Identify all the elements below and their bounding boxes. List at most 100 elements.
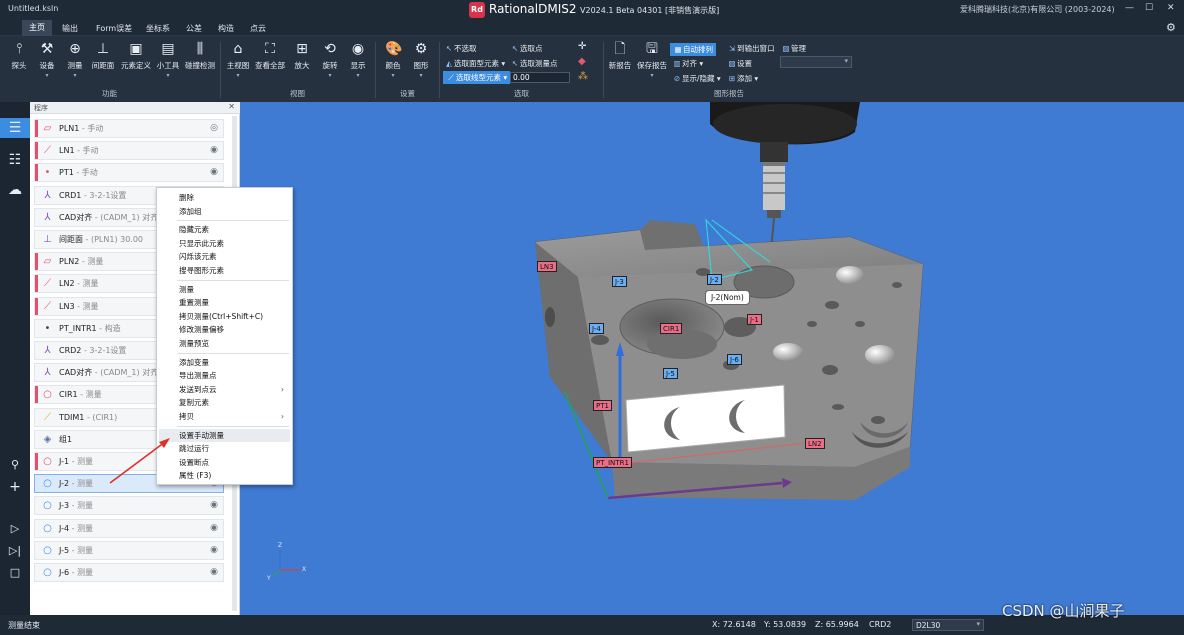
feature-label[interactable]: CIR1 [660, 323, 683, 334]
feature-label[interactable]: J-3 [612, 276, 627, 287]
menu-home[interactable]: 主页 [22, 20, 52, 36]
context-menu-item[interactable]: 隐藏元素 [159, 223, 290, 236]
menu-coordinate[interactable]: 坐标系 [146, 23, 170, 34]
program-list-icon[interactable]: ☰ [0, 118, 30, 138]
feature-label[interactable]: PT_INTR1 [593, 457, 632, 468]
feature-label[interactable]: LN2 [805, 438, 825, 449]
eye-icon[interactable]: ◉ [210, 520, 218, 537]
3d-viewport[interactable]: Z X Y LN3 J-3 J-2 J-4 CIR1 J-1 J-6 J-5 P… [240, 102, 1184, 615]
feature-label[interactable]: LN3 [537, 261, 557, 272]
stop-icon[interactable]: □ [5, 563, 25, 583]
feature-label[interactable]: PT1 [593, 400, 612, 411]
eye-icon[interactable]: ◎ [210, 120, 218, 137]
gear-icon[interactable]: ⚙ [1166, 21, 1176, 34]
step-icon[interactable]: ▷| [5, 541, 25, 561]
context-menu-item[interactable]: 拷贝 › [159, 410, 290, 423]
feature-label[interactable]: J-1 [747, 314, 762, 325]
feature-label[interactable]: J-2 [707, 274, 722, 285]
menu-tolerance[interactable]: 公差 [186, 23, 202, 34]
select-point-button[interactable]: ↖ 选取点 [510, 43, 543, 54]
tools-button[interactable]: ▤ 小工具 ▾ [155, 41, 181, 79]
context-menu-item[interactable]: 闪烁该元素 [159, 250, 290, 263]
context-menu-item[interactable]: 重置测量 [159, 296, 290, 309]
eye-icon[interactable]: ◉ [210, 542, 218, 559]
close-button[interactable]: ✕ [1167, 3, 1175, 13]
menu-point-cloud[interactable]: 点云 [250, 23, 266, 34]
zoom-button[interactable]: ⊞ 放大 [289, 41, 315, 71]
eye-icon[interactable]: ◉ [210, 142, 218, 159]
device-button[interactable]: ⚒ 设备 ▾ [34, 41, 60, 79]
context-menu-item[interactable]: 只显示此元素 [159, 237, 290, 250]
status-dropdown[interactable]: D2L30 ▾ [912, 619, 984, 631]
cloud-icon[interactable]: ☁ [5, 180, 25, 200]
select-face-button[interactable]: ◭ 选取面型元素 ▾ [444, 58, 505, 69]
report-setup-button[interactable]: ▧设置 [727, 58, 752, 69]
select-line-button[interactable]: ⟋ 选取线型元素 ▾ [443, 71, 511, 84]
rotate-button[interactable]: ⟲ 旋转 ▾ [317, 41, 343, 79]
graphics-button[interactable]: ⚙ 图形 ▾ [408, 41, 434, 79]
context-menu-item[interactable]: 测量预览 [159, 337, 290, 350]
program-item[interactable]: ○ J-4 - 测量 ◉ [34, 518, 224, 538]
context-menu-item[interactable]: 拷贝测量(Ctrl+Shift+C) [159, 310, 290, 323]
main-view-button[interactable]: ⌂ 主视图 ▾ [224, 41, 252, 79]
program-item[interactable]: ⟋ LN1 - 手动 ◉ [34, 141, 224, 161]
report-dropdown[interactable]: ▾ [780, 56, 852, 68]
distance-plane-button[interactable]: ⊥ 间距面 [90, 41, 116, 71]
crosshair-icon[interactable]: ✛ [578, 41, 586, 52]
context-menu-item[interactable]: 复制元素 [159, 396, 290, 409]
plus-icon[interactable]: + [5, 477, 25, 497]
manage-button[interactable]: ▨管理 [781, 43, 806, 54]
context-menu-item[interactable]: 添加变量 [159, 356, 290, 369]
program-item[interactable]: ○ J-3 - 测量 ◉ [34, 496, 224, 516]
program-item[interactable]: ○ J-5 - 测量 ◉ [34, 540, 224, 560]
program-item[interactable]: ▱ PLN1 - 手动 ◎ [34, 119, 224, 138]
probe-button[interactable]: ⫯ 探头 [6, 41, 32, 71]
align-button[interactable]: ▥对齐 ▾ [672, 58, 703, 69]
eye-icon[interactable]: ◉ [210, 564, 218, 581]
save-report-button[interactable]: 🖫 保存报告 ▾ [636, 41, 668, 79]
collision-check-button[interactable]: ⫼ 碰撞检测 [184, 41, 216, 71]
minimize-button[interactable]: — [1125, 3, 1134, 13]
select-meas-point-button[interactable]: ↖ 选取测量点 [510, 58, 558, 69]
no-select-button[interactable]: ↖ 不选取 [444, 43, 477, 54]
maximize-button[interactable]: ☐ [1145, 3, 1153, 13]
feature-label[interactable]: J-6 [727, 354, 742, 365]
tree-icon[interactable]: ☷ [5, 150, 25, 170]
auto-arrange-button[interactable]: ▦自动排列 [670, 43, 716, 56]
feature-label[interactable]: J-4 [589, 323, 604, 334]
cluster-icon[interactable]: ⁂ [578, 71, 588, 82]
to-output-window-button[interactable]: ⇲ 到输出窗口 [727, 43, 775, 54]
context-menu-item[interactable]: 发送到点云 › [159, 383, 290, 396]
context-menu-item[interactable]: 设置手动测量 [159, 428, 290, 442]
element-define-button[interactable]: ▣ 元素定义 [120, 41, 152, 71]
menu-form-error[interactable]: Form误差 [96, 23, 132, 34]
context-menu-item[interactable]: 删除 [159, 191, 290, 204]
device-icon: ⚒ [40, 41, 54, 57]
display-button[interactable]: ◉ 显示 ▾ [345, 41, 371, 79]
context-menu-item[interactable]: 搜寻图形元素 [159, 264, 290, 277]
eye-icon[interactable]: ◉ [210, 164, 218, 181]
program-item[interactable]: ○ J-6 - 测量 ◉ [34, 563, 224, 582]
show-hide-button[interactable]: ⊘ 显示/隐藏 ▾ [672, 73, 721, 84]
program-item[interactable]: • PT1 - 手动 ◉ [34, 163, 224, 183]
tolerance-input[interactable] [510, 72, 570, 83]
menu-output[interactable]: 输出 [62, 23, 78, 34]
context-menu-item[interactable]: 测量 [159, 283, 290, 296]
cube-icon[interactable]: ◆ [578, 56, 586, 67]
eye-icon[interactable]: ◉ [210, 497, 218, 514]
color-button[interactable]: 🎨 颜色 ▾ [380, 41, 406, 79]
new-report-button[interactable]: 🗋 新报告 [607, 41, 633, 71]
feature-label[interactable]: J-5 [663, 368, 678, 379]
context-menu-item[interactable]: 跳过运行 [159, 442, 290, 455]
context-menu-item[interactable]: 添加组 [159, 205, 290, 218]
view-all-button[interactable]: ⛶ 查看全部 [254, 41, 286, 71]
context-menu-item[interactable]: 设置断点 [159, 456, 290, 469]
add-button[interactable]: ⊞ 添加 ▾ [727, 73, 758, 84]
play-icon[interactable]: ▷ [5, 519, 25, 539]
menu-construct[interactable]: 构造 [218, 23, 234, 34]
search-icon[interactable]: ⚲ [5, 455, 25, 475]
context-menu-item[interactable]: 修改测量偏移 [159, 323, 290, 336]
context-menu-item[interactable]: 属性 (F3) [159, 469, 290, 482]
context-menu-item[interactable]: 导出测量点 [159, 369, 290, 382]
measure-button[interactable]: ⊕ 测量 ▾ [62, 41, 88, 79]
